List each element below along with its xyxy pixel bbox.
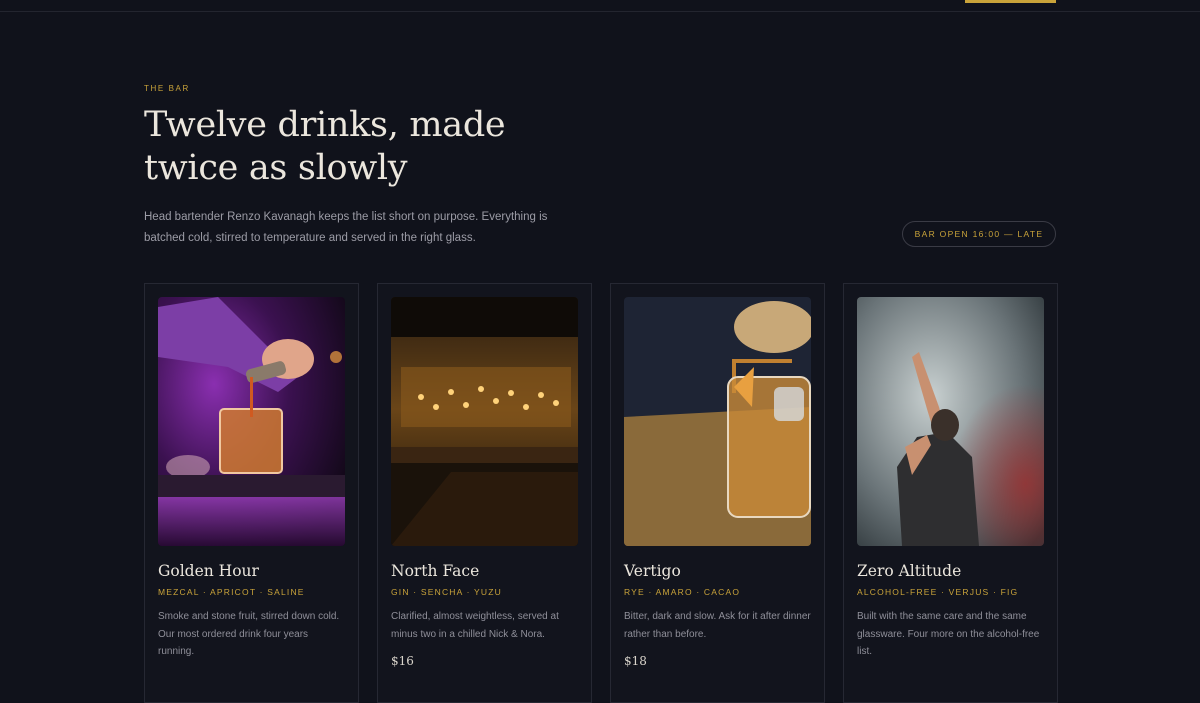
drink-name: North Face <box>391 562 480 580</box>
drink-card-golden-hour[interactable]: Golden Hour MEZCAL · APRICOT · SALINE Sm… <box>144 283 359 703</box>
bartender-pouring-photo <box>158 297 345 546</box>
section-eyebrow: THE BAR <box>144 84 190 93</box>
drink-photo <box>391 297 578 546</box>
drink-description: Clarified, almost weightless, served at … <box>391 611 559 640</box>
drink-photo <box>857 297 1044 546</box>
top-nav-bar <box>0 0 1200 12</box>
section-lede: Head bartender Renzo Kavanagh keeps the … <box>144 211 548 244</box>
drink-card-zero-altitude[interactable]: Zero Altitude ALCOHOL-FREE · VERJUS · FI… <box>843 283 1058 703</box>
drink-price: $18 <box>624 654 647 668</box>
drink-cards: Golden Hour MEZCAL · APRICOT · SALINE Sm… <box>144 283 1058 703</box>
drink-description: Built with the same care and the same gl… <box>857 611 1040 657</box>
drink-description: Smoke and stone fruit, stirred down cold… <box>158 611 340 657</box>
bartender-smoke-photo <box>857 297 1044 546</box>
drink-ingredients: RYE · AMARO · CACAO <box>624 587 741 597</box>
section-title: Twelve drinks, made twice as slowly <box>144 105 506 188</box>
drink-ingredients: MEZCAL · APRICOT · SALINE <box>158 587 305 597</box>
bar-interior-photo <box>391 297 578 546</box>
bar-hours-badge: BAR OPEN 16:00 — LATE <box>902 221 1056 247</box>
drink-name: Zero Altitude <box>857 562 962 580</box>
drink-card-north-face[interactable]: North Face GIN · SENCHA · YUZU Clarified… <box>377 283 592 703</box>
nav-active-indicator <box>965 0 1056 3</box>
drink-photo <box>158 297 345 546</box>
drink-ingredients: ALCOHOL-FREE · VERJUS · FIG <box>857 587 1019 597</box>
drink-name: Vertigo <box>624 562 681 580</box>
drink-ingredients: GIN · SENCHA · YUZU <box>391 587 502 597</box>
strainer-pour-photo <box>624 297 811 546</box>
drink-photo <box>624 297 811 546</box>
drink-card-vertigo[interactable]: Vertigo RYE · AMARO · CACAO Bitter, dark… <box>610 283 825 703</box>
drink-name: Golden Hour <box>158 562 259 580</box>
drink-price: $16 <box>391 654 414 668</box>
drink-description: Bitter, dark and slow. Ask for it after … <box>624 611 811 640</box>
